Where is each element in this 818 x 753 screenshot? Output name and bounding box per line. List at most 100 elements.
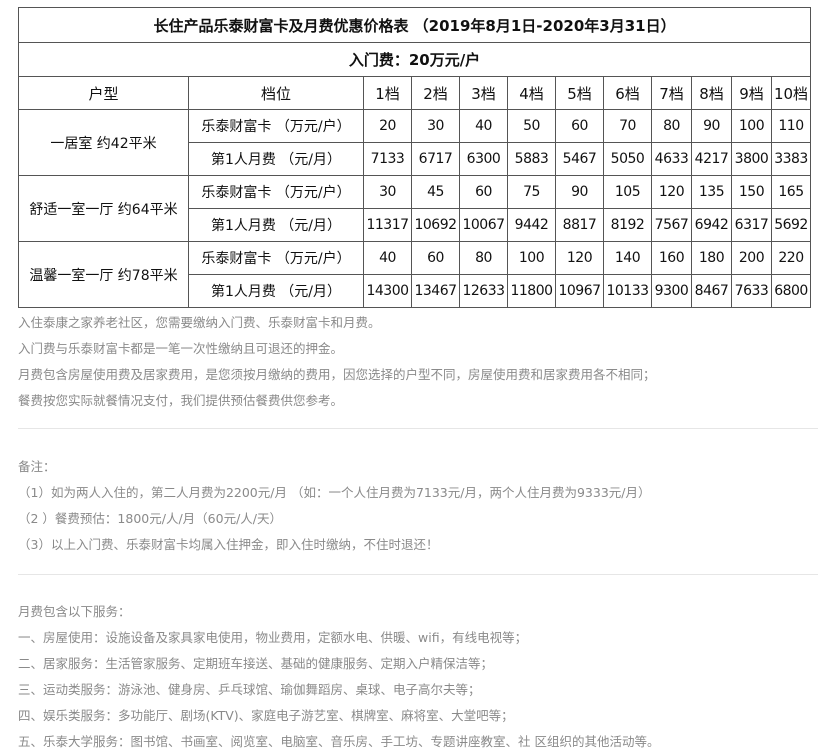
header-tier-5: 5档 [555, 76, 604, 110]
fee-value-cell: 5050 [603, 142, 652, 176]
fee-value-cell: 13467 [411, 274, 460, 308]
price-table: 长住产品乐泰财富卡及月费优惠价格表 （2019年8月1日-2020年3月31日）… [17, 7, 812, 308]
fee-value-cell: 5692 [770, 208, 812, 242]
fee-value-cell: 8817 [555, 208, 604, 242]
card-value-cell: 60 [411, 241, 460, 275]
card-value-cell: 70 [603, 109, 652, 143]
card-value-cell: 140 [603, 241, 652, 275]
fee-value-cell: 5467 [555, 142, 604, 176]
fee-label-cell: 第1人月费 （元/月） [188, 142, 364, 176]
card-value-cell: 165 [770, 175, 812, 209]
table-row: 温馨一室一厅 约78平米 乐泰财富卡 （万元/户） 40 60 80 100 120 140 1… [18, 241, 812, 308]
header-type: 户型 [18, 76, 189, 110]
fee-value-cell: 7633 [731, 274, 772, 308]
fee-value-cell: 10692 [411, 208, 460, 242]
fee-label-cell: 第1人月费 （元/月） [188, 274, 364, 308]
fee-value-cell: 8467 [691, 274, 732, 308]
card-value-cell: 50 [507, 109, 556, 143]
fee-value-cell: 9300 [651, 274, 692, 308]
card-value-cell: 80 [651, 109, 692, 143]
intro-line-3: 月费包含房屋使用费及居家费用，是您须按月缴纳的费用，因您选择的户型不同，房屋使用… [18, 367, 656, 382]
fee-value-cell: 7133 [363, 142, 412, 176]
fee-value-cell: 8192 [603, 208, 652, 242]
card-value-cell: 20 [363, 109, 412, 143]
entry-fee-row: 入门费：20万元/户 [17, 42, 812, 77]
table-row: 一居室 约42平米 乐泰财富卡 （万元/户） 20 30 40 50 60 70 80 90 100… [18, 109, 812, 176]
service-item-4: 四、娱乐类服务：多功能厅、剧场(KTV)、家庭电子游艺室、棋牌室、麻将室、大堂吧… [18, 708, 514, 723]
fee-value-cell: 4217 [691, 142, 732, 176]
fee-value-cell: 6800 [770, 274, 812, 308]
service-item-1: 一、房屋使用：设施设备及家具家电使用，物业费用，定额水电、供暖、wifi，有线电… [18, 630, 528, 645]
header-tier-1: 1档 [363, 76, 412, 110]
fee-value-cell: 10967 [555, 274, 604, 308]
service-item-3: 三、运动类服务：游泳池、健身房、乒乓球馆、瑜伽舞蹈房、桌球、电子高尔夫等； [18, 682, 481, 697]
fee-value-cell: 6717 [411, 142, 460, 176]
card-value-cell: 120 [651, 175, 692, 209]
fee-value-cell: 7567 [651, 208, 692, 242]
fee-value-cell: 5883 [507, 142, 556, 176]
intro-line-2: 入门费与乐泰财富卡都是一笔一次性缴纳且可退还的押金。 [18, 341, 344, 356]
header-tier-8: 8档 [691, 76, 732, 110]
card-label-cell: 乐泰财富卡 （万元/户） [188, 109, 364, 143]
fee-value-cell: 4633 [651, 142, 692, 176]
remark-item-3: （3）以上入门费、乐泰财富卡均属入住押金，即入住时缴纳，不住时退还！ [18, 537, 439, 552]
fee-value-cell: 6317 [731, 208, 772, 242]
intro-line-1: 入住泰康之家养老社区，您需要缴纳入门费、乐泰财富卡和月费。 [18, 315, 381, 330]
card-value-cell: 40 [459, 109, 508, 143]
entry-fee: 入门费：20万元/户 [17, 42, 812, 77]
fee-value-cell: 10133 [603, 274, 652, 308]
card-value-cell: 200 [731, 241, 772, 275]
card-value-cell: 90 [555, 175, 604, 209]
card-value-cell: 100 [731, 109, 772, 143]
service-item-5: 五、乐泰大学服务：图书馆、书画室、阅览室、电脑室、音乐房、手工坊、专题讲座教室、… [18, 734, 660, 749]
fee-value-cell: 3383 [770, 142, 812, 176]
card-value-cell: 60 [555, 109, 604, 143]
fee-value-cell: 9442 [507, 208, 556, 242]
card-label-cell: 乐泰财富卡 （万元/户） [188, 175, 364, 209]
table-row: 舒适一室一厅 约64平米 乐泰财富卡 （万元/户） 30 45 60 75 90 105 120… [18, 175, 812, 242]
table-title: 长住产品乐泰财富卡及月费优惠价格表 （2019年8月1日-2020年3月31日） [17, 7, 812, 43]
card-value-cell: 160 [651, 241, 692, 275]
header-tier: 档位 [188, 76, 364, 110]
divider [18, 574, 818, 575]
service-item-2: 二、居家服务：生活管家服务、定期班车接送、基础的健康服务、定期入户精保洁等； [18, 656, 494, 671]
room-type-cell: 舒适一室一厅 约64平米 [18, 175, 189, 242]
price-table-body: 长住产品乐泰财富卡及月费优惠价格表 （2019年8月1日-2020年3月31日）… [17, 7, 812, 308]
card-value-cell: 40 [363, 241, 412, 275]
remark-item-1: （1）如为两人入住的，第二人月费为2200元/月 （如：一个人住月费为7133元… [18, 485, 651, 500]
services-title: 月费包含以下服务： [18, 604, 131, 619]
fee-label-cell: 第1人月费 （元/月） [188, 208, 364, 242]
fee-value-cell: 6942 [691, 208, 732, 242]
card-value-cell: 150 [731, 175, 772, 209]
header-tier-2: 2档 [411, 76, 460, 110]
card-value-cell: 75 [507, 175, 556, 209]
fee-value-cell: 14300 [363, 274, 412, 308]
table-title-row: 长住产品乐泰财富卡及月费优惠价格表 （2019年8月1日-2020年3月31日） [17, 7, 812, 43]
card-value-cell: 80 [459, 241, 508, 275]
divider [18, 428, 818, 429]
fee-value-cell: 3800 [731, 142, 772, 176]
card-value-cell: 90 [691, 109, 732, 143]
card-label-cell: 乐泰财富卡 （万元/户） [188, 241, 364, 275]
table-header-row: 户型 档位 1档 2档 3档 4档 5档 6档 7档 8档 9档 10档 [18, 76, 812, 110]
card-value-cell: 30 [363, 175, 412, 209]
fee-value-cell: 6300 [459, 142, 508, 176]
fee-value-cell: 11800 [507, 274, 556, 308]
card-value-cell: 110 [770, 109, 812, 143]
price-info-page: 长住产品乐泰财富卡及月费优惠价格表 （2019年8月1日-2020年3月31日）… [0, 0, 818, 753]
card-value-cell: 60 [459, 175, 508, 209]
card-value-cell: 120 [555, 241, 604, 275]
header-tier-3: 3档 [459, 76, 508, 110]
card-value-cell: 45 [411, 175, 460, 209]
header-tier-9: 9档 [731, 76, 772, 110]
card-value-cell: 220 [770, 241, 812, 275]
remarks-title: 备注： [18, 459, 56, 474]
fee-value-cell: 11317 [363, 208, 412, 242]
header-tier-6: 6档 [603, 76, 652, 110]
header-tier-10: 10档 [770, 76, 812, 110]
intro-line-4: 餐费按您实际就餐情况支付，我们提供预估餐费供您参考。 [18, 393, 344, 408]
fee-value-cell: 12633 [459, 274, 508, 308]
header-tier-4: 4档 [507, 76, 556, 110]
card-value-cell: 135 [691, 175, 732, 209]
card-value-cell: 180 [691, 241, 732, 275]
